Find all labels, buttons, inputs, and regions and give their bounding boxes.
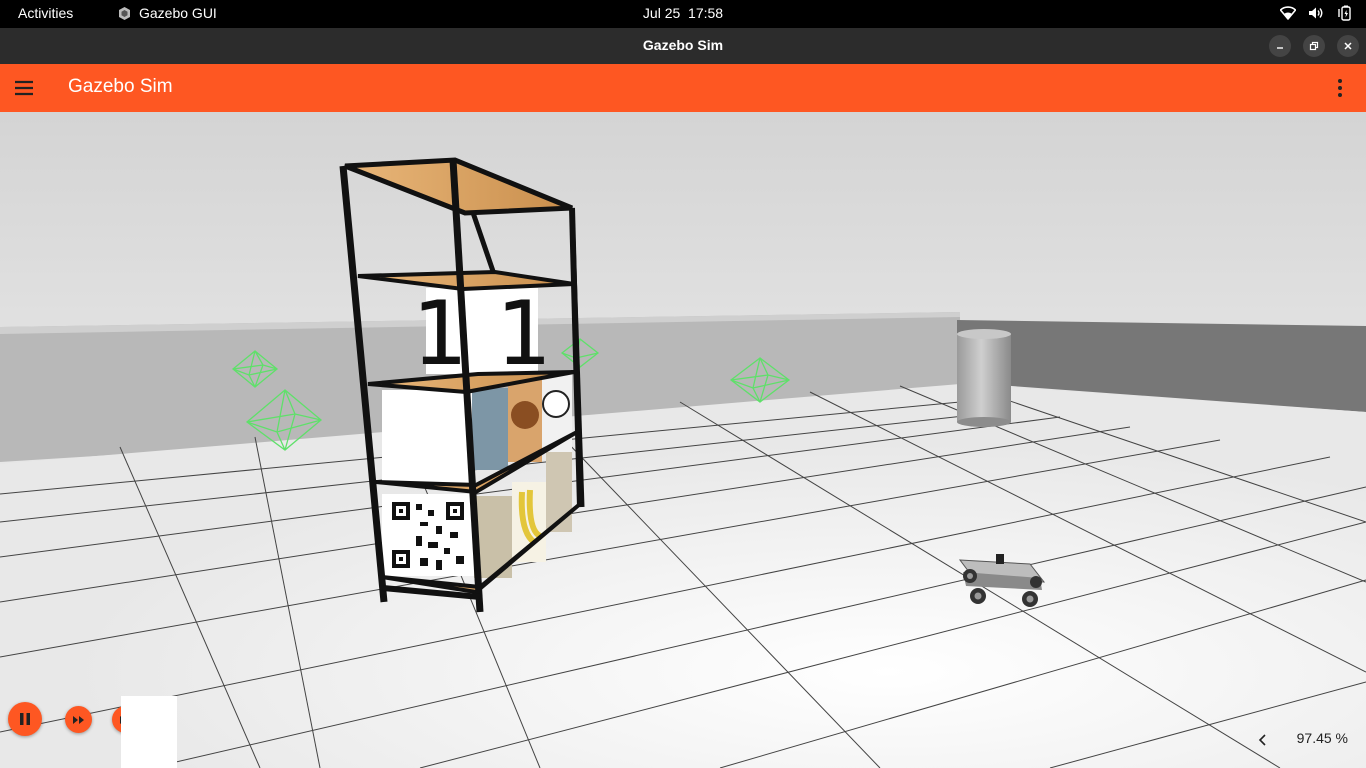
window-title-bar[interactable]: Gazebo Sim (0, 28, 1366, 64)
hamburger-menu-icon[interactable] (12, 76, 36, 100)
pause-button[interactable] (8, 702, 42, 736)
scene-3d-viewport[interactable]: 1 1 97.45 % (0, 112, 1366, 768)
step-icon (72, 715, 84, 724)
maximize-button[interactable] (1303, 35, 1325, 57)
real-time-factor: 97.45 % (1296, 730, 1348, 746)
app-title: Gazebo Sim (68, 76, 173, 97)
scene-render: 1 1 (0, 112, 1366, 768)
step-button[interactable] (65, 706, 92, 733)
close-button[interactable] (1337, 35, 1359, 57)
app-toolbar: Gazebo Sim (0, 64, 1366, 112)
wifi-icon (1280, 6, 1296, 20)
pause-icon (20, 713, 30, 725)
more-vert-icon[interactable] (1328, 76, 1352, 100)
system-tray[interactable] (1280, 5, 1352, 21)
minimize-icon (1277, 47, 1283, 49)
clock-button[interactable]: Jul 25 17:58 (643, 5, 723, 21)
number-box-label: 1 1 (412, 282, 552, 385)
minimize-button[interactable] (1269, 35, 1291, 57)
activities-button[interactable]: Activities (18, 5, 73, 21)
app-menu[interactable]: Gazebo GUI (118, 5, 217, 21)
sky-background (0, 112, 1366, 352)
maximize-icon (1309, 41, 1319, 51)
system-top-bar: Activities Gazebo GUI Jul 25 17:58 (0, 0, 1366, 28)
volume-icon (1309, 7, 1323, 19)
playback-panel-cover (121, 696, 177, 768)
date-text: Jul 25 (642, 5, 681, 21)
cylinder-object (957, 329, 1011, 427)
battery-icon (1338, 5, 1351, 21)
window-title: Gazebo Sim (642, 37, 724, 53)
close-icon (1344, 42, 1352, 50)
gazebo-app-icon (119, 6, 130, 20)
chevron-left-icon[interactable] (1258, 734, 1268, 746)
app-menu-label: Gazebo GUI (139, 5, 217, 21)
time-text: 17:58 (688, 5, 724, 21)
